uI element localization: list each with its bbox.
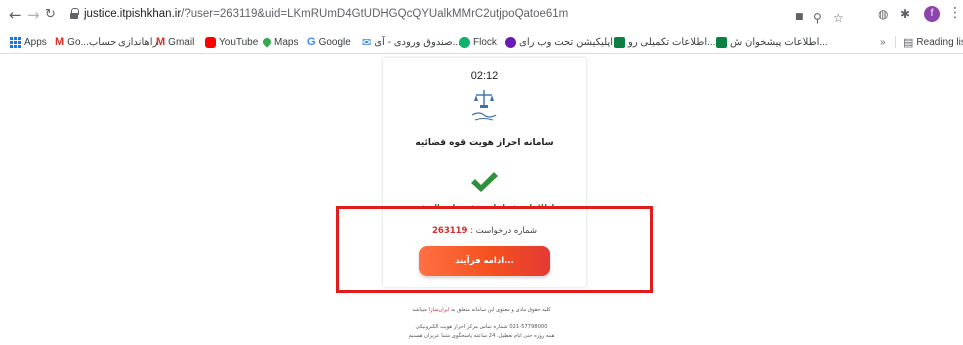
bookmark-label: اطلاعات تکمیلی رو... [628, 36, 716, 48]
bookmark-flock[interactable]: Flock [459, 35, 497, 49]
footer-hours: همه روزه حتی ایام تعطیل، 24 ساعته پاسخگو… [408, 333, 555, 339]
bookmark-maps[interactable]: Maps [261, 35, 299, 49]
bookmark-label: YouTube [219, 36, 259, 48]
mail-icon: ✉ [362, 36, 372, 49]
footer-rights: کلیه حقوق مادی و معنوی این سامانه متعلق … [0, 307, 963, 313]
browser-toolbar: ← → ↻ justice.itpishkhan.ir/?user=263119… [0, 0, 963, 30]
bookmark-label: اپلیکیشن تحت وب رای... [519, 36, 621, 48]
footer-support-phone: 021-57798000 شماره تماس مرکز احراز هویت … [415, 324, 548, 330]
bookmark-label: Maps [274, 36, 299, 48]
footer-rights-end: میباشد [412, 307, 427, 313]
url-host: justice.itpishkhan.ir [84, 8, 182, 20]
profile-avatar[interactable]: f [924, 6, 940, 22]
highlight-box [336, 206, 653, 293]
bookmark-webapp[interactable]: اپلیکیشن تحت وب رای... [505, 35, 621, 49]
extension-globe-icon[interactable]: ◍ [878, 8, 888, 20]
flock-icon [459, 36, 470, 48]
gmail-icon: M [55, 36, 65, 48]
back-arrow-icon[interactable]: ← [9, 7, 22, 23]
zoom-icon[interactable]: ⚲ [813, 12, 822, 24]
bookmarks-overflow[interactable]: » [880, 35, 886, 49]
bookmarks-divider [895, 36, 896, 48]
judiciary-logo [471, 90, 497, 121]
bookmarks-bar: Apps M Go...حساب راهاندازی M Gmail YouTu… [0, 30, 963, 54]
bookmark-label: Apps [24, 36, 47, 48]
reading-list[interactable]: ▤ Reading list [903, 35, 963, 49]
bookmark-google-account[interactable]: M Go...حساب [55, 35, 116, 49]
bookmark-label: صندوق ورودی - آی... [374, 36, 461, 48]
footer-rights-text: کلیه حقوق مادی و معنوی این سامانه متعلق … [451, 307, 551, 313]
bookmark-youtube[interactable]: YouTube [205, 35, 258, 49]
bookmark-google[interactable]: G Google [307, 35, 351, 49]
reading-list-label: Reading list [916, 36, 963, 48]
bookmark-label: Gmail [168, 36, 195, 48]
bookmark-setup[interactable]: راهاندازی [118, 35, 157, 49]
camera-icon[interactable]: ■ [795, 11, 804, 23]
apps-grid-icon [10, 36, 21, 48]
forward-arrow-icon[interactable]: → [27, 7, 40, 23]
gmail-icon: M [156, 36, 166, 48]
kebab-menu-icon[interactable]: ⋮ [948, 5, 962, 21]
bookmark-apps[interactable]: Apps [10, 35, 47, 49]
sheet-icon [614, 36, 625, 48]
bookmark-gmail[interactable]: M Gmail [156, 35, 194, 49]
youtube-icon [205, 36, 216, 48]
bookmark-label: اطلاعات پیشخوان ش... [730, 36, 828, 48]
bookmark-supplementary-info[interactable]: اطلاعات تکمیلی رو... [614, 35, 715, 49]
maps-pin-icon [261, 36, 273, 48]
bookmark-label: راهاندازی [118, 36, 158, 48]
bookmark-pishkhan-info[interactable]: اطلاعات پیشخوان ش... [716, 35, 828, 49]
url-text[interactable]: justice.itpishkhan.ir/?user=263119&uid=L… [84, 8, 568, 20]
reload-icon[interactable]: ↻ [45, 7, 56, 23]
bookmark-label: Go...حساب [67, 36, 117, 48]
star-icon[interactable]: ☆ [833, 12, 844, 24]
bookmark-inbox[interactable]: ✉ صندوق ورودی - آی... [362, 35, 461, 49]
page-title: سامانه احراز هویت قوه قضائیه [415, 138, 554, 148]
address-bar[interactable]: justice.itpishkhan.ir/?user=263119&uid=L… [62, 4, 960, 26]
bookmark-label: Flock [473, 36, 497, 48]
url-path: /?user=263119&uid=LKmRUmD4GtUDHGQcQYUalk… [181, 8, 569, 20]
lock-icon[interactable] [70, 8, 79, 19]
footer-rights-link[interactable]: ایران‌سازا [429, 307, 450, 313]
success-checkmark-icon [471, 172, 498, 192]
sheet-icon [716, 36, 727, 48]
puzzle-icon[interactable]: ✱ [900, 8, 910, 20]
webapp-icon [505, 36, 516, 48]
countdown-timer: 02:12 [470, 70, 499, 82]
reading-list-icon: ▤ [903, 36, 914, 49]
bookmark-label: Google [318, 36, 351, 48]
google-icon: G [307, 36, 316, 48]
